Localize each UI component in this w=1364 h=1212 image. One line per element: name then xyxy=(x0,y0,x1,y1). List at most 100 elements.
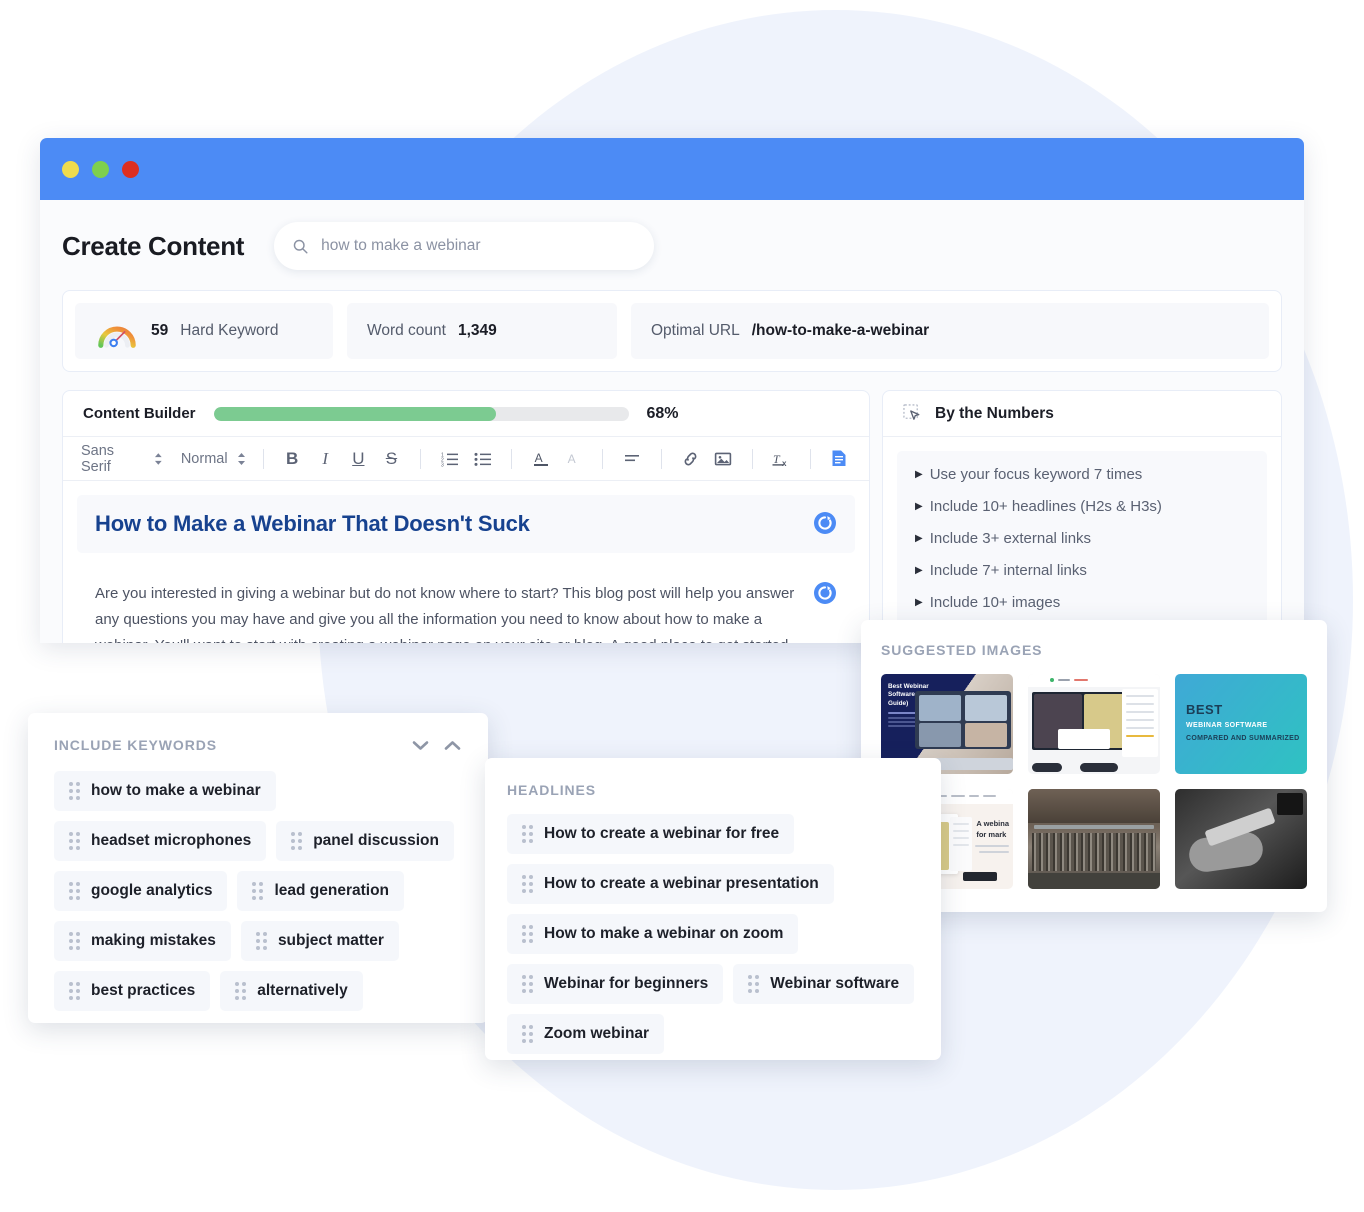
select-cursor-icon xyxy=(903,404,922,423)
search-input[interactable]: how to make a webinar xyxy=(274,222,654,270)
list-item[interactable]: ▶ Include 3+ external links xyxy=(915,531,1249,546)
keyword-chip[interactable]: making mistakes xyxy=(54,921,231,961)
chevron-down-icon[interactable] xyxy=(411,739,430,752)
font-size-value: Normal xyxy=(181,451,228,467)
drag-handle-icon[interactable] xyxy=(522,825,533,843)
drag-handle-icon[interactable] xyxy=(252,882,263,900)
drag-handle-icon[interactable] xyxy=(522,875,533,893)
headline-chip[interactable]: Webinar for beginners xyxy=(507,964,723,1004)
traffic-light-green-icon[interactable] xyxy=(92,161,109,178)
traffic-light-red-icon[interactable] xyxy=(122,161,139,178)
drag-handle-icon[interactable] xyxy=(256,932,267,950)
list-item-label: Include 3+ external links xyxy=(930,531,1091,546)
keyword-chip-label: panel discussion xyxy=(313,832,439,850)
keyword-chip[interactable]: lead generation xyxy=(237,871,404,911)
document-paragraph: Are you interested in giving a webinar b… xyxy=(95,581,799,643)
svg-text:3: 3 xyxy=(441,462,444,467)
thumbnail-line-1: BEST xyxy=(1186,702,1223,717)
drag-handle-icon[interactable] xyxy=(522,975,533,993)
list-item[interactable]: ▶Include 10+ headlines (H2s & H3s) xyxy=(915,499,1249,514)
keyword-chip[interactable]: subject matter xyxy=(241,921,399,961)
headlines-chip-list: How to create a webinar for free How to … xyxy=(507,814,919,1060)
traffic-light-yellow-icon[interactable] xyxy=(62,161,79,178)
include-keywords-title: Include Keywords xyxy=(54,737,217,753)
font-family-select[interactable]: Sans Serif xyxy=(81,443,163,475)
bullet-list-icon[interactable] xyxy=(471,447,494,471)
search-value: how to make a webinar xyxy=(321,237,480,255)
document-icon[interactable] xyxy=(828,447,851,471)
underline-icon[interactable]: U xyxy=(347,447,370,471)
thumbnail-best-webinar-software-compared[interactable]: BEST WEBINAR SOFTWARE COMPARED AND SUMMA… xyxy=(1175,674,1307,774)
list-item[interactable]: ▶Include 7+ internal links xyxy=(915,563,1249,578)
headline-chip-label: Webinar for beginners xyxy=(544,975,708,993)
content-builder-panel: Content Builder 68% Sans Serif Normal xyxy=(62,390,870,643)
drag-handle-icon[interactable] xyxy=(522,925,533,943)
include-keywords-header: Include Keywords xyxy=(54,737,462,753)
app-header: Create Content how to make a webinar xyxy=(40,200,1304,270)
content-progress-fill xyxy=(214,407,496,421)
headline-chip[interactable]: How to create a webinar presentation xyxy=(507,864,834,904)
italic-icon[interactable]: I xyxy=(314,447,337,471)
updown-arrow-icon xyxy=(237,452,246,466)
headline-chip[interactable]: How to create a webinar for free xyxy=(507,814,794,854)
list-item[interactable]: ▶Use your focus keyword 7 times xyxy=(915,467,1249,482)
align-icon[interactable] xyxy=(620,447,643,471)
by-the-numbers-list: ▶Use your focus keyword 7 times ▶Include… xyxy=(897,451,1267,643)
page-root: Create Content how to make a webinar xyxy=(0,0,1364,1212)
list-item-label: Include 10+ headlines (H2s & H3s) xyxy=(930,499,1162,514)
content-builder-header: Content Builder 68% xyxy=(63,391,869,437)
thumbnail-line-2: for mark xyxy=(976,830,1006,839)
ordered-list-icon[interactable]: 1 2 3 xyxy=(438,447,461,471)
link-icon[interactable] xyxy=(679,447,702,471)
keyword-chip[interactable]: panel discussion xyxy=(276,821,454,861)
headline-chip-label: Webinar software xyxy=(770,975,899,993)
main-panels: Content Builder 68% Sans Serif Normal xyxy=(62,390,1282,643)
editor-document[interactable]: How to Make a Webinar That Doesn't Suck … xyxy=(63,481,869,643)
text-color-icon[interactable]: A xyxy=(529,447,552,471)
document-paragraph-block[interactable]: Are you interested in giving a webinar b… xyxy=(77,565,855,643)
chevron-up-icon[interactable] xyxy=(443,739,462,752)
content-progress-label: 68% xyxy=(647,405,679,423)
thumbnail-headline: A webina for mark xyxy=(976,819,1009,840)
keyword-chip[interactable]: headset microphones xyxy=(54,821,266,861)
toolbar-divider xyxy=(511,449,512,469)
headlines-card: Headlines How to create a webinar for fr… xyxy=(485,758,941,1060)
drag-handle-icon[interactable] xyxy=(69,882,80,900)
drag-handle-icon[interactable] xyxy=(291,832,302,850)
highlight-icon[interactable]: A xyxy=(562,447,585,471)
headline-chip[interactable]: Webinar software xyxy=(733,964,914,1004)
keyword-chip[interactable]: best practices xyxy=(54,971,210,1011)
keyword-chip[interactable]: how to make a webinar xyxy=(54,771,276,811)
thumbnail-workshop-tools-bench[interactable] xyxy=(1028,789,1160,889)
thumbnail-line-1: A webina xyxy=(976,819,1009,828)
document-heading-block[interactable]: How to Make a Webinar That Doesn't Suck xyxy=(77,495,855,553)
thumbnail-webinar-call-two-presenters[interactable] xyxy=(1028,674,1160,774)
list-item[interactable]: ▶Include 10+ images xyxy=(915,595,1249,610)
regenerate-icon[interactable] xyxy=(813,581,837,605)
stats-strip: 59 Hard Keyword Word count 1,349 Optimal… xyxy=(62,290,1282,372)
drag-handle-icon[interactable] xyxy=(522,1025,533,1043)
drag-handle-icon[interactable] xyxy=(69,982,80,1000)
keyword-chip-label: alternatively xyxy=(257,982,347,1000)
drag-handle-icon[interactable] xyxy=(748,975,759,993)
font-size-select[interactable]: Normal xyxy=(181,451,246,467)
headline-chip[interactable]: How to make a webinar on zoom xyxy=(507,914,798,954)
strikethrough-icon[interactable]: S xyxy=(380,447,403,471)
drag-handle-icon[interactable] xyxy=(69,782,80,800)
drag-handle-icon[interactable] xyxy=(69,932,80,950)
caret-right-icon: ▶ xyxy=(915,534,923,544)
clear-format-icon[interactable]: T x xyxy=(770,447,793,471)
headlines-title: Headlines xyxy=(507,782,919,798)
keyword-chip[interactable]: alternatively xyxy=(220,971,362,1011)
regenerate-icon[interactable] xyxy=(813,511,837,535)
thumbnail-hands-tool-blackwhite[interactable] xyxy=(1175,789,1307,889)
window-titlebar xyxy=(40,138,1304,200)
bold-icon[interactable]: B xyxy=(281,447,304,471)
keyword-chip[interactable]: google analytics xyxy=(54,871,227,911)
keyword-chip-label: lead generation xyxy=(274,882,389,900)
drag-handle-icon[interactable] xyxy=(235,982,246,1000)
headline-chip[interactable]: Zoom webinar xyxy=(507,1014,664,1054)
image-icon[interactable] xyxy=(712,447,735,471)
keyword-chip-label: making mistakes xyxy=(91,932,216,950)
drag-handle-icon[interactable] xyxy=(69,832,80,850)
